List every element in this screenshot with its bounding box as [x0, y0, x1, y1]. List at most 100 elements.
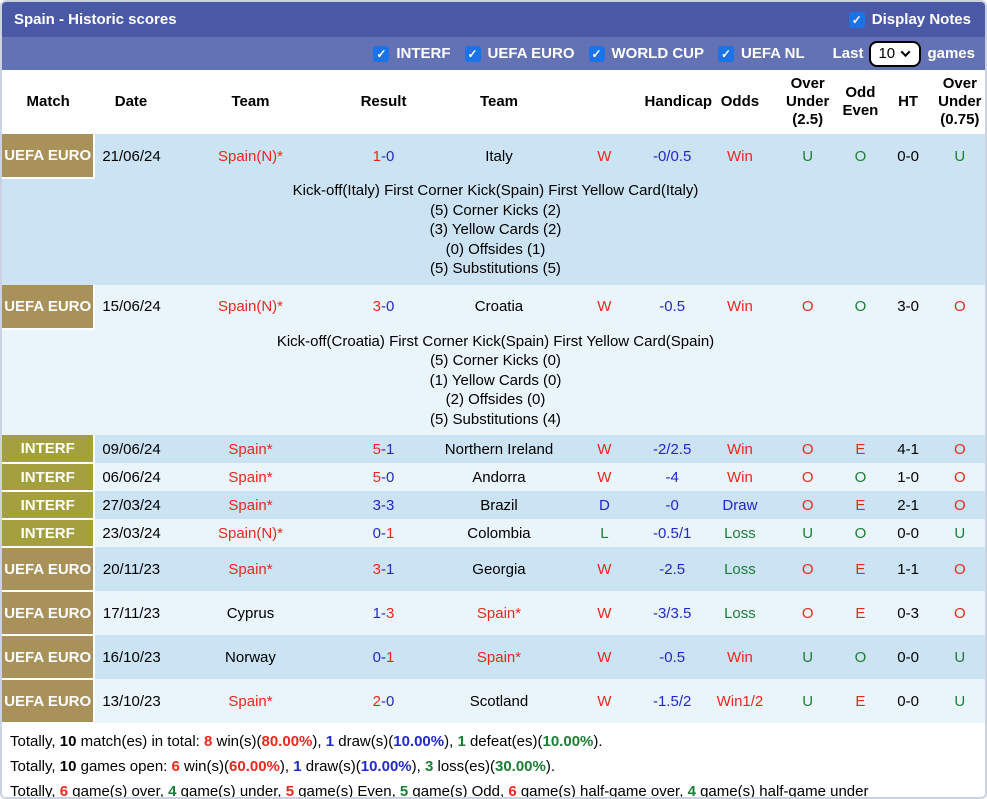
- handicap-value: -1.5/2: [644, 679, 700, 723]
- checkbox-icon[interactable]: ✓: [373, 45, 390, 62]
- note-line: (5) Substitutions (5): [430, 260, 561, 277]
- away-team: Scotland: [433, 679, 565, 723]
- note-line: (2) Offsides (0): [445, 391, 546, 408]
- handicap-value: -0.5/1: [644, 519, 700, 547]
- column-header: Match: [26, 93, 70, 110]
- away-team: Andorra: [433, 463, 565, 491]
- last-label: Last: [832, 45, 864, 62]
- away-team: Georgia: [433, 547, 565, 591]
- display-notes-toggle[interactable]: ✓ Display Notes: [848, 11, 971, 28]
- over-under-0-75: O: [930, 284, 985, 329]
- odd-even: E: [835, 491, 886, 519]
- match-result: 5-1: [333, 435, 434, 463]
- away-team: Northern Ireland: [433, 435, 565, 463]
- note-line: Kick-off(Italy) First Corner Kick(Spain)…: [292, 182, 699, 199]
- match-result: 0-1: [333, 635, 434, 679]
- column-header: Date: [114, 93, 148, 110]
- checkbox-icon[interactable]: ✓: [588, 45, 605, 62]
- display-notes-checkbox-icon[interactable]: ✓: [848, 11, 865, 28]
- over-under-2-5: O: [780, 435, 836, 463]
- column-header: Team: [231, 93, 270, 110]
- checkbox-icon[interactable]: ✓: [718, 45, 734, 62]
- half-time-score: 1-1: [885, 547, 931, 591]
- half-time-score: 0-0: [885, 519, 931, 547]
- over-under-0-75: U: [930, 635, 985, 679]
- odd-even: O: [835, 463, 886, 491]
- match-league-badge: UEFA EURO: [2, 547, 96, 592]
- column-header: Odd Even: [842, 84, 879, 119]
- match-result: 1-3: [333, 591, 434, 635]
- odds-result: Win: [699, 435, 781, 463]
- odds-result: Win: [699, 635, 781, 679]
- over-under-0-75: O: [930, 435, 985, 463]
- table-header-row: Match Date Team Result Team Handicap Odds Over …: [2, 70, 985, 134]
- odd-even: O: [835, 134, 886, 178]
- over-under-2-5: U: [780, 134, 836, 178]
- over-under-2-5: O: [780, 284, 836, 329]
- filter-bar: ✓ INTERF ✓ UEFA EURO ✓ WORLD CUP ✓ UEFA NL Last…: [2, 37, 985, 70]
- match-row: UEFA EURO 15/06/24 Spain(N)* 3-0 Croatia W -0.…: [2, 284, 985, 330]
- odds-result: Win: [699, 463, 781, 491]
- chevron-down-icon: [900, 47, 911, 58]
- home-team: Cyprus: [167, 591, 334, 635]
- wdl-result: W: [564, 284, 645, 329]
- games-count-select[interactable]: 10: [869, 40, 922, 67]
- match-result: 0-1: [333, 519, 434, 547]
- handicap-value: -0/0.5: [644, 134, 700, 178]
- away-team: Spain*: [433, 635, 565, 679]
- filter-label: WORLD CUP: [611, 45, 705, 62]
- note-line: (5) Corner Kicks (0): [430, 352, 561, 369]
- match-date: 16/10/23: [94, 635, 168, 679]
- half-time-score: 4-1: [885, 435, 931, 463]
- handicap-value: -0: [644, 491, 700, 519]
- match-date: 09/06/24: [94, 435, 168, 463]
- away-team: Spain*: [433, 591, 565, 635]
- over-under-0-75: O: [930, 491, 985, 519]
- match-result: 3-0: [333, 284, 434, 329]
- match-row: UEFA EURO 20/11/23 Spain* 3-1 Georgia W -2.5 Lo…: [2, 547, 985, 592]
- over-under-0-75: O: [930, 463, 985, 491]
- summary-line: Totally, 10 match(es) in total: 8 win(s)…: [10, 733, 603, 750]
- match-league-badge: INTERF: [2, 435, 96, 464]
- matches-table: Match Date Team Result Team Handicap Odds Over …: [2, 70, 985, 724]
- match-date: 27/03/24: [94, 491, 168, 519]
- home-team: Spain*: [167, 463, 334, 491]
- filter-world-cup[interactable]: ✓ WORLD CUP: [588, 45, 705, 62]
- column-header: Over Under (0.75): [938, 75, 982, 128]
- odds-result: Loss: [699, 547, 781, 591]
- filter-interf[interactable]: ✓ INTERF: [373, 45, 451, 62]
- match-league-badge: UEFA EURO: [2, 134, 96, 179]
- over-under-2-5: O: [780, 491, 836, 519]
- match-date: 17/11/23: [94, 591, 168, 635]
- match-date: 15/06/24: [94, 284, 168, 329]
- match-date: 20/11/23: [94, 547, 168, 591]
- match-notes: Kick-off(Croatia) First Corner Kick(Spai…: [2, 328, 985, 435]
- note-line: Kick-off(Croatia) First Corner Kick(Spai…: [276, 332, 715, 350]
- home-team: Spain(N)*: [167, 284, 334, 329]
- filter-uefa-nl[interactable]: ✓ UEFA NL: [718, 45, 805, 62]
- half-time-score: 3-0: [885, 284, 931, 329]
- half-time-score: 1-0: [885, 463, 931, 491]
- match-league-badge: UEFA EURO: [2, 679, 96, 724]
- wdl-result: L: [564, 519, 645, 547]
- filter-uefa-euro[interactable]: ✓ UEFA EURO: [464, 45, 575, 62]
- column-header: Result: [360, 93, 407, 110]
- wdl-result: W: [564, 463, 645, 491]
- wdl-result: W: [564, 679, 645, 723]
- note-line: (0) Offsides (1): [445, 240, 546, 258]
- handicap-value: -4: [644, 463, 700, 491]
- column-header: Team: [479, 93, 519, 110]
- home-team: Norway: [167, 635, 334, 679]
- over-under-2-5: U: [780, 519, 836, 547]
- match-date: 13/10/23: [94, 679, 168, 723]
- wdl-result: D: [564, 491, 645, 519]
- odd-even: O: [835, 635, 886, 679]
- column-header: Over Under (2.5): [786, 75, 830, 128]
- note-line: (5) Corner Kicks (2): [430, 201, 561, 219]
- wdl-result: W: [564, 591, 645, 635]
- display-notes-label: Display Notes: [871, 11, 971, 28]
- odds-result: Loss: [699, 591, 781, 635]
- checkbox-icon[interactable]: ✓: [464, 45, 481, 62]
- handicap-value: -0.5: [644, 635, 700, 679]
- half-time-score: 0-0: [885, 679, 931, 723]
